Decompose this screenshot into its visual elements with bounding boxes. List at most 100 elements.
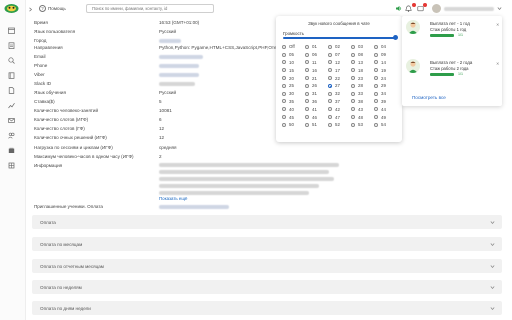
radio-button[interactable] [351, 76, 355, 81]
sound-option[interactable]: 38 [351, 98, 374, 106]
sound-option[interactable]: 21 [305, 74, 328, 82]
radio-button[interactable] [351, 60, 355, 65]
radio-button[interactable] [328, 52, 332, 57]
sound-option[interactable]: 26 [305, 82, 328, 90]
sound-option[interactable]: 06 [305, 51, 328, 59]
sound-option[interactable]: 52 [328, 121, 351, 129]
radio-button[interactable] [374, 107, 378, 112]
radio-button[interactable] [305, 52, 309, 57]
radio-button[interactable] [351, 68, 355, 73]
radio-button[interactable] [282, 76, 286, 81]
radio-button[interactable] [328, 60, 332, 65]
sound-option[interactable]: 28 [351, 82, 374, 90]
radio-button[interactable] [374, 91, 378, 96]
radio-button[interactable] [374, 68, 378, 73]
sound-option[interactable]: 45 [282, 113, 305, 121]
search-icon[interactable] [8, 57, 15, 64]
radio-button[interactable] [328, 122, 332, 127]
radio-button[interactable] [282, 107, 286, 112]
radio-button[interactable] [374, 52, 378, 57]
notification-item[interactable]: Выплата лет - 2 года Стаж работы 2 года … [406, 57, 499, 85]
help-button[interactable]: ? Помощь [39, 4, 66, 13]
sound-option[interactable]: 32 [328, 90, 351, 98]
sound-option[interactable]: 53 [351, 121, 374, 129]
accordion-payment[interactable]: Оплата [32, 215, 502, 229]
sound-option[interactable]: 36 [305, 98, 328, 106]
radio-button[interactable] [374, 122, 378, 127]
radio-button[interactable] [328, 91, 332, 96]
sound-option[interactable]: 23 [351, 74, 374, 82]
radio-button[interactable] [374, 83, 378, 88]
radio-button[interactable] [374, 44, 378, 49]
sound-option[interactable]: 18 [351, 66, 374, 74]
radio-button[interactable] [305, 99, 309, 104]
radio-button[interactable] [305, 122, 309, 127]
radio-button[interactable] [328, 76, 332, 81]
avatar[interactable] [432, 4, 441, 13]
accordion-payment-by-month[interactable]: Оплата по месяцам [32, 237, 502, 251]
sound-option[interactable]: 01 [305, 43, 328, 51]
radio-button[interactable] [328, 115, 332, 120]
document-icon[interactable] [8, 87, 15, 94]
sound-option[interactable]: 03 [351, 43, 374, 51]
user-name[interactable] [444, 7, 494, 11]
radio-button[interactable] [374, 76, 378, 81]
sound-option[interactable]: 31 [305, 90, 328, 98]
chevron-right-icon[interactable] [28, 7, 33, 12]
sound-option[interactable]: 20 [282, 74, 305, 82]
radio-button[interactable] [328, 83, 332, 88]
radio-button[interactable] [328, 107, 332, 112]
radio-button[interactable] [282, 99, 286, 104]
sound-option[interactable]: 24 [374, 74, 397, 82]
sound-option[interactable]: 37 [328, 98, 351, 106]
sound-option[interactable]: 05 [282, 51, 305, 59]
sound-option[interactable]: 34 [374, 90, 397, 98]
accordion-payment-by-week[interactable]: Оплата по неделям [32, 280, 502, 294]
radio-button[interactable] [305, 91, 309, 96]
radio-button[interactable] [305, 60, 309, 65]
sound-option[interactable]: 50 [282, 121, 305, 129]
sound-option[interactable]: 04 [374, 43, 397, 51]
chevron-down-icon[interactable] [497, 6, 502, 11]
radio-button[interactable] [305, 68, 309, 73]
radio-button[interactable] [351, 107, 355, 112]
calendar-icon[interactable] [8, 27, 15, 34]
grid-icon[interactable] [8, 162, 15, 169]
book-icon[interactable] [8, 72, 15, 79]
sound-option[interactable]: 40 [282, 105, 305, 113]
radio-button[interactable] [328, 68, 332, 73]
volume-slider-handle[interactable] [393, 35, 398, 40]
chart-icon[interactable] [8, 102, 15, 109]
sound-option[interactable]: 43 [351, 105, 374, 113]
sound-option[interactable]: 22 [328, 74, 351, 82]
sound-option[interactable]: 02 [328, 43, 351, 51]
notification-item[interactable]: Выплата лет - 1 год Стаж работы 1 год 1/… [406, 18, 499, 46]
sound-option[interactable]: 35 [282, 98, 305, 106]
sound-option[interactable]: 27 [328, 82, 351, 90]
sound-option[interactable]: 11 [305, 59, 328, 67]
sound-option[interactable]: 46 [305, 113, 328, 121]
radio-button[interactable] [305, 76, 309, 81]
sound-option[interactable]: 14 [374, 59, 397, 67]
radio-button[interactable] [351, 91, 355, 96]
radio-button[interactable] [282, 44, 286, 49]
users-icon[interactable] [8, 132, 15, 139]
sound-option[interactable]: 33 [351, 90, 374, 98]
sound-option[interactable]: 54 [374, 121, 397, 129]
radio-button[interactable] [282, 91, 286, 96]
radio-button[interactable] [351, 83, 355, 88]
radio-button[interactable] [351, 52, 355, 57]
radio-button[interactable] [374, 60, 378, 65]
sound-option[interactable]: 08 [351, 51, 374, 59]
radio-button[interactable] [374, 115, 378, 120]
bell-icon[interactable] [405, 5, 412, 12]
app-logo[interactable] [4, 3, 19, 14]
wallet-icon[interactable] [8, 147, 15, 154]
radio-button[interactable] [305, 107, 309, 112]
sound-option[interactable]: 19 [374, 66, 397, 74]
sound-option[interactable]: 47 [328, 113, 351, 121]
radio-button[interactable] [351, 122, 355, 127]
sound-option[interactable]: 41 [305, 105, 328, 113]
radio-button[interactable] [328, 99, 332, 104]
mail-icon[interactable] [8, 117, 15, 124]
